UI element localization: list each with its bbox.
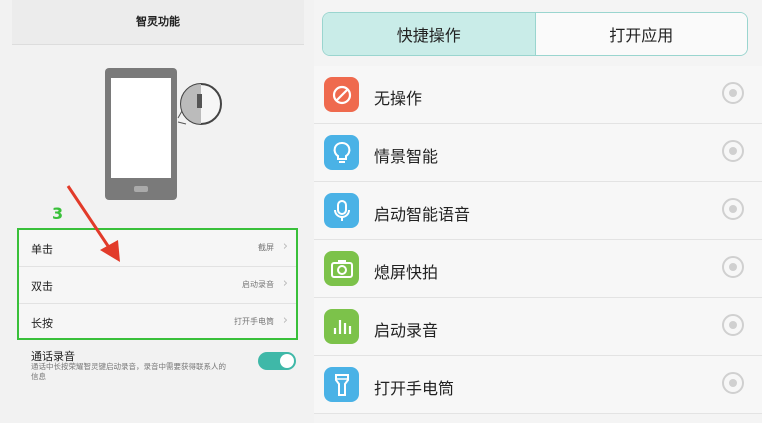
call-record-description: 通话中长按荣耀智灵键启动录音，录音中需要获得联系人的信息 — [31, 362, 226, 381]
option-no-action[interactable]: 无操作 — [314, 66, 762, 124]
chevron-right-icon: › — [282, 239, 288, 254]
chevron-right-icon: › — [282, 276, 288, 291]
radio-dot — [729, 263, 737, 271]
call-record-toggle[interactable] — [258, 352, 296, 370]
tab-open-app[interactable]: 打开应用 — [535, 13, 747, 55]
radio-button[interactable] — [722, 198, 744, 220]
option-list: 无操作 情景智能 启动智能语音 熄屏快拍 启动录音 打开手电筒 — [314, 66, 762, 414]
tab-quick-action[interactable]: 快捷操作 — [323, 13, 536, 55]
lightbulb-icon — [324, 135, 359, 170]
radio-button[interactable] — [722, 314, 744, 336]
radio-dot — [729, 321, 737, 329]
page-title: 智灵功能 — [136, 15, 180, 28]
recorder-bars-icon — [324, 309, 359, 344]
option-label: 启动录音 — [374, 321, 439, 340]
no-action-icon — [324, 77, 359, 112]
action-value: 启动录音 — [242, 280, 274, 289]
option-scene-smart[interactable]: 情景智能 — [314, 124, 762, 182]
option-label: 情景智能 — [374, 147, 439, 166]
option-smart-voice[interactable]: 启动智能语音 — [314, 182, 762, 240]
microphone-icon — [324, 193, 359, 228]
action-label: 单击 — [31, 243, 53, 256]
action-value: 截屏 — [258, 243, 274, 252]
action-label: 双击 — [31, 280, 53, 293]
radio-dot — [729, 147, 737, 155]
option-label: 熄屏快拍 — [374, 263, 439, 282]
option-start-recording[interactable]: 启动录音 — [314, 298, 762, 356]
left-settings-panel: 智灵功能 3 单击 截屏 › 双击 启动录音 › 长按 打开手电筒 › 通话录音… — [0, 0, 314, 423]
chevron-right-icon: › — [282, 313, 288, 328]
right-options-panel: 快捷操作 打开应用 无操作 情景智能 启动智能语音 熄屏快拍 启动录音 打开手电… — [314, 0, 762, 423]
option-label: 启动智能语音 — [374, 205, 471, 224]
option-flashlight[interactable]: 打开手电筒 — [314, 356, 762, 414]
radio-dot — [729, 379, 737, 387]
action-value: 打开手电筒 — [234, 317, 274, 326]
red-arrow-icon — [66, 185, 120, 262]
radio-button[interactable] — [722, 140, 744, 162]
flashlight-icon — [324, 367, 359, 402]
radio-button[interactable] — [722, 256, 744, 278]
radio-dot — [729, 89, 737, 97]
action-label: 长按 — [31, 317, 53, 330]
radio-dot — [729, 205, 737, 213]
option-label: 无操作 — [374, 89, 423, 108]
option-label: 打开手电筒 — [374, 379, 455, 398]
action-row-double-click[interactable]: 双击 启动录音 › — [19, 267, 296, 304]
radio-button[interactable] — [722, 82, 744, 104]
left-header: 智灵功能 — [12, 0, 304, 45]
radio-button[interactable] — [722, 372, 744, 394]
segmented-tabs: 快捷操作 打开应用 — [322, 12, 748, 56]
call-record-setting: 通话录音 通话中长按荣耀智灵键启动录音，录音中需要获得联系人的信息 — [17, 346, 298, 386]
option-screen-off-snap[interactable]: 熄屏快拍 — [314, 240, 762, 298]
action-row-long-press[interactable]: 长按 打开手电筒 › — [19, 304, 296, 341]
toggle-knob — [280, 354, 294, 368]
camera-icon — [324, 251, 359, 286]
